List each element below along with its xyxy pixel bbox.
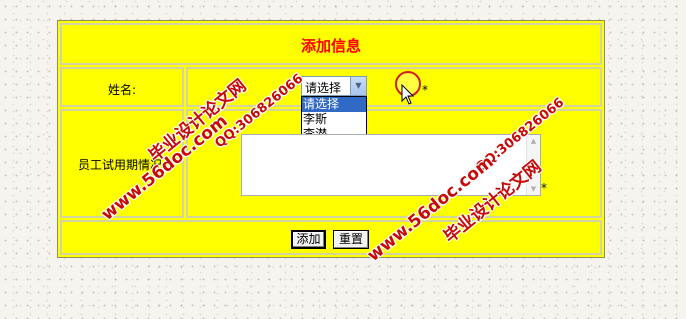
reset-button[interactable]: 重置 [333, 230, 369, 249]
dropdown-option[interactable]: 请选择 [302, 97, 366, 112]
required-mark-evaluation: * [541, 181, 547, 195]
add-button[interactable]: 添加 [291, 230, 326, 249]
name-label-cell: 姓名: [60, 67, 184, 107]
dropdown-option[interactable]: 李斯 [302, 112, 366, 127]
name-label: 姓名: [107, 83, 137, 97]
name-select[interactable]: 请选择 ▼ [301, 76, 367, 96]
mouse-pointer-icon [401, 84, 415, 105]
form-title: 添加信息 [300, 37, 361, 55]
form-buttons-cell [60, 220, 602, 255]
chevron-down-icon[interactable]: ▼ [350, 77, 366, 95]
required-mark-name: * [422, 83, 428, 97]
name-value-cell [186, 67, 602, 107]
page: { "form": { "title": "添加信息", "name_label… [0, 0, 686, 319]
name-select-value: 请选择 [305, 81, 342, 95]
form-header: 添加信息 [60, 23, 602, 65]
